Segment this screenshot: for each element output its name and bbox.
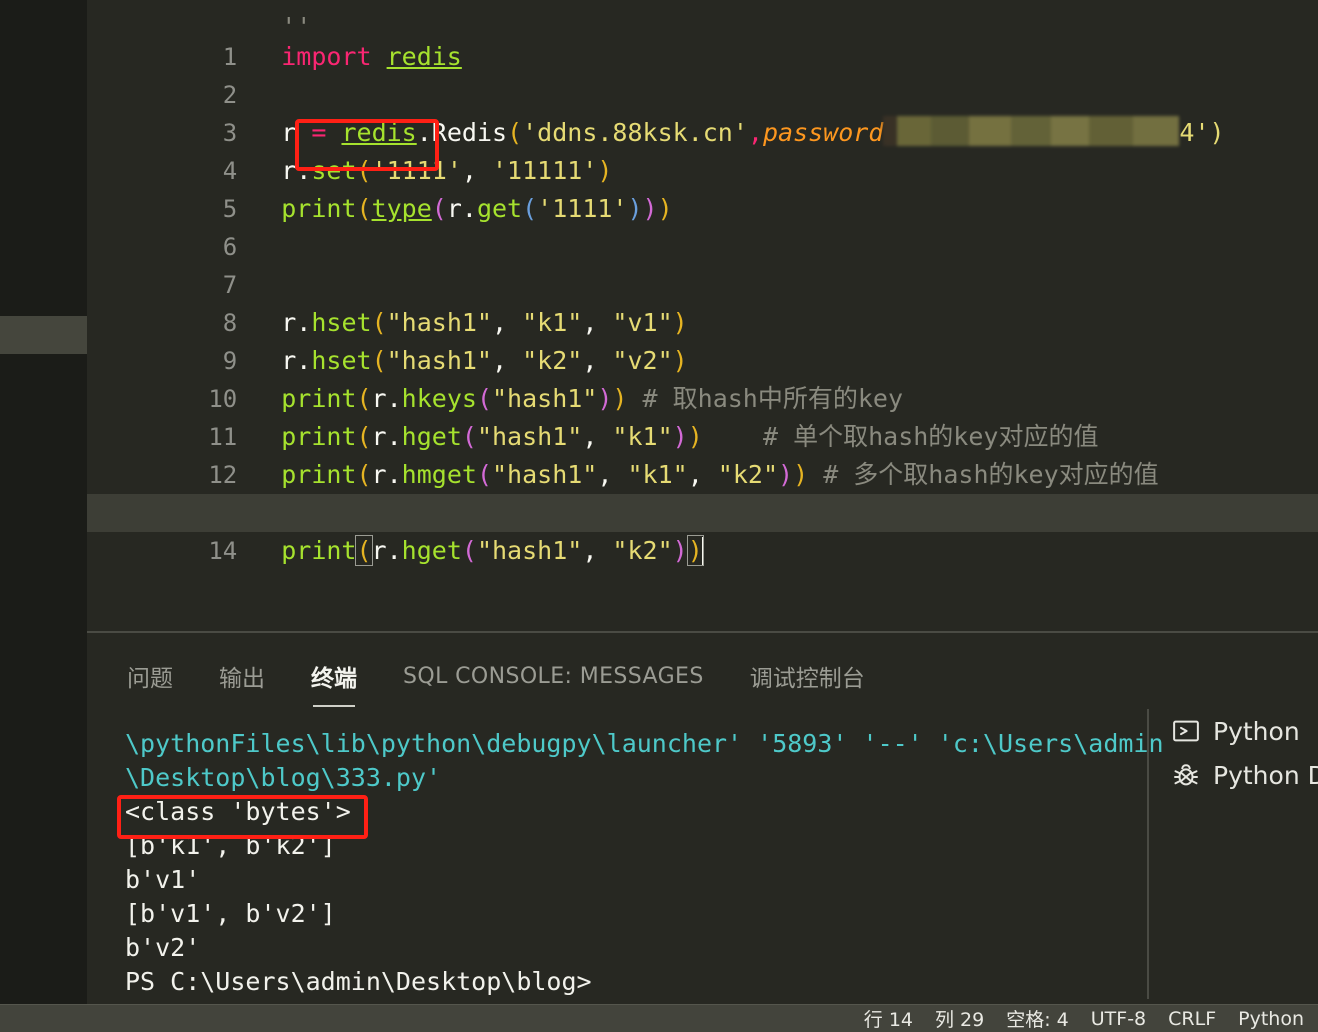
text-caret (701, 537, 704, 565)
tab-output[interactable]: 输出 (219, 659, 265, 699)
code-editor[interactable]: '' 1 import redis 2 3r = redis.Redis('ddn… (87, 0, 1318, 631)
terminal-line: [b'k1', b'k2'] (125, 831, 336, 860)
token-builtin-print: print (281, 536, 357, 565)
terminal-prompt-line: PS C:\Users\admin\Desktop\blog> (125, 967, 592, 996)
code-line[interactable]: 3r = redis.Redis('ddns.88ksk.cn',passwor… (87, 76, 1318, 147)
code-line[interactable]: 10 print(r.hkeys("hash1")) # 取hash中所有的key (87, 342, 1318, 413)
code-line[interactable]: 2 (87, 38, 1318, 109)
terminal-icon (1169, 714, 1203, 748)
code-line[interactable]: 13r.hsetnx("hash1", "k2", "v3") # 只能新建 (87, 456, 1318, 527)
terminal-instance-list[interactable]: Python Python De (1169, 709, 1318, 797)
terminal-instance-python[interactable]: Python (1169, 709, 1318, 753)
panel-separator (87, 631, 1318, 633)
code-line[interactable]: 1 import redis (87, 0, 1318, 71)
terminal-command-line: \pythonFiles\lib\python\debugpy\launcher… (125, 729, 1164, 792)
code-line[interactable]: 8 r.hset("hash1", "k1", "v1") (87, 266, 1318, 337)
code-line[interactable]: 6 (87, 190, 1318, 261)
code-content: print(r.hget("hash1", "k2")) (281, 535, 704, 566)
bracket-match-close: ) (686, 535, 704, 566)
code-line[interactable]: 4 r.set('1111', '11111') (87, 114, 1318, 185)
terminal-instance-label: Python (1213, 716, 1300, 746)
code-line[interactable]: 7 (87, 228, 1318, 299)
code-line[interactable]: 12 print(r.hmget("hash1", "k1", "k2")) # … (87, 418, 1318, 489)
tab-debug-console[interactable]: 调试控制台 (750, 659, 865, 699)
tab-problems[interactable]: 问题 (127, 659, 173, 699)
status-column-number[interactable]: 列 29 (935, 1005, 984, 1032)
bug-icon (1169, 758, 1203, 792)
status-indentation[interactable]: 空格: 4 (1006, 1005, 1069, 1032)
bottom-panel[interactable]: 问题 输出 终端 SQL CONSOLE: MESSAGES 调试控制台 \py… (87, 631, 1318, 1004)
terminal-list-divider (1147, 709, 1149, 999)
tab-sql-console-messages[interactable]: SQL CONSOLE: MESSAGES (403, 664, 704, 695)
line-number: 14 (208, 537, 238, 565)
terminal-instance-label: Python De (1213, 760, 1318, 790)
panel-tab-bar[interactable]: 问题 输出 终端 SQL CONSOLE: MESSAGES 调试控制台 (87, 653, 911, 707)
status-line-number[interactable]: 行 14 (864, 1005, 913, 1032)
terminal-line: b'v1' (125, 865, 201, 894)
terminal-output[interactable]: \pythonFiles\lib\python\debugpy\launcher… (125, 727, 1185, 999)
code-line-active[interactable]: 14 print(r.hget("hash1", "k2")) (87, 494, 1318, 566)
status-eol[interactable]: CRLF (1168, 1008, 1216, 1030)
code-line[interactable]: 11 print(r.hget("hash1", "k1")) # 单个取hash… (87, 380, 1318, 451)
code-line[interactable]: 9 r.hset("hash1", "k2", "v2") (87, 304, 1318, 375)
terminal-instance-python-debug[interactable]: Python De (1169, 753, 1318, 797)
status-bar[interactable]: 行 14 列 29 空格: 4 UTF-8 CRLF Python (0, 1004, 1318, 1032)
activity-rail[interactable] (0, 0, 87, 1004)
rail-active-indicator[interactable] (0, 316, 87, 354)
status-encoding[interactable]: UTF-8 (1091, 1008, 1146, 1030)
terminal-line: <class 'bytes'> (125, 797, 351, 826)
terminal-line: b'v2' (125, 933, 201, 962)
code-line[interactable]: 5 print(type(r.get('1111'))) (87, 152, 1318, 223)
tab-terminal[interactable]: 终端 (311, 659, 357, 707)
token-method-hget: hget (401, 536, 462, 565)
terminal-line: [b'v1', b'v2'] (125, 899, 336, 928)
status-language-mode[interactable]: Python (1238, 1008, 1304, 1030)
bracket-match-open: ( (355, 535, 373, 566)
